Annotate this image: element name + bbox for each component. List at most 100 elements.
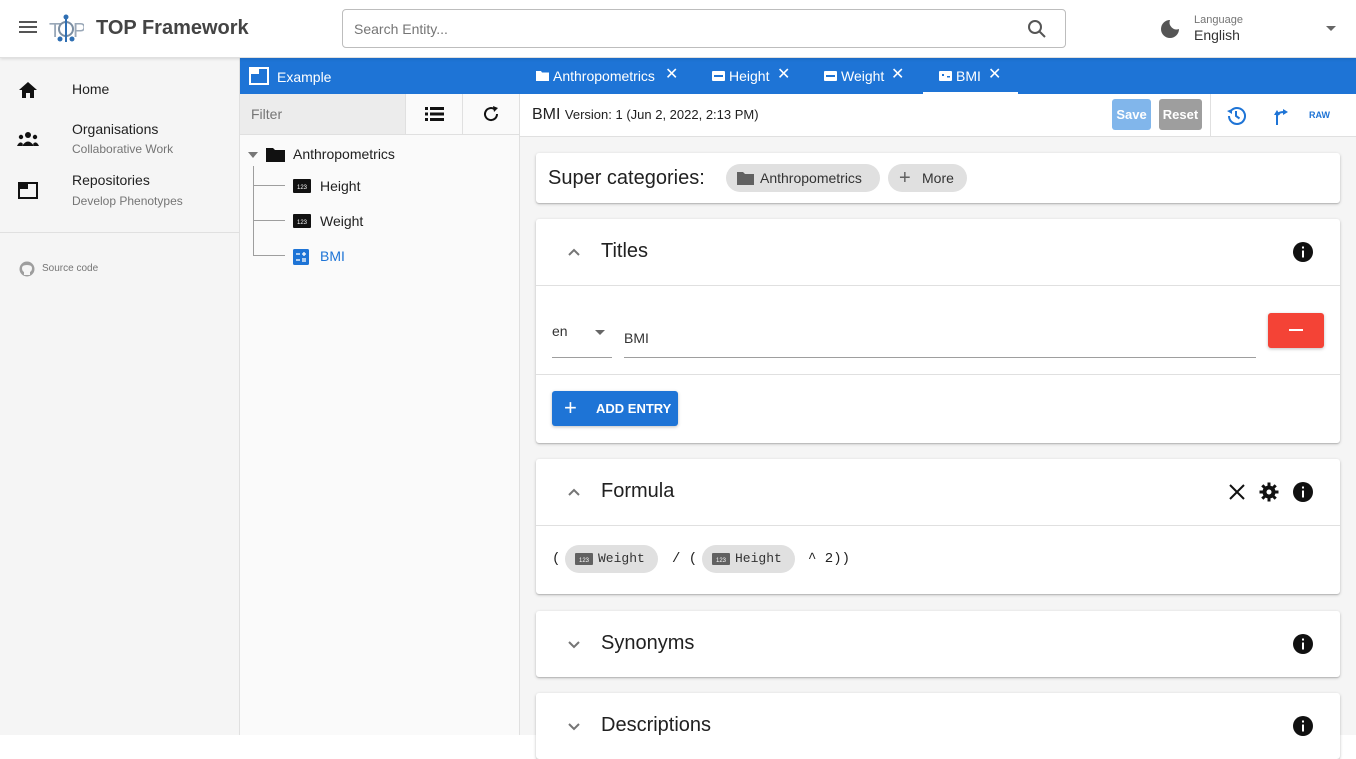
close-icon[interactable]: ✕ xyxy=(665,67,678,83)
refresh-icon xyxy=(484,106,499,122)
synonyms-heading: Synonyms xyxy=(601,632,695,654)
raw-view-button[interactable]: RAW xyxy=(1309,110,1330,120)
repository-icon xyxy=(249,67,269,85)
card-divider xyxy=(536,285,1340,286)
number-icon: 123 xyxy=(712,553,730,565)
svg-text:123: 123 xyxy=(716,558,727,564)
category-chip[interactable]: Anthropometrics xyxy=(726,164,880,192)
more-chip[interactable]: + More xyxy=(888,164,967,192)
github-icon xyxy=(19,261,35,277)
search-icon[interactable] xyxy=(1027,19,1047,39)
toolbar-divider xyxy=(1210,94,1211,137)
people-icon xyxy=(17,132,39,146)
tab-weight[interactable]: Weight ✕ xyxy=(808,58,914,94)
nav-item-repositories[interactable]: Repositories Develop Phenotypes xyxy=(0,170,239,212)
info-icon[interactable] xyxy=(1293,716,1313,736)
formula-variable-chip[interactable]: 123 Weight xyxy=(565,545,658,573)
nav-label-repositories: Repositories xyxy=(72,172,150,188)
tree-connector xyxy=(253,220,285,221)
remove-entry-button[interactable] xyxy=(1268,313,1324,348)
filter-input[interactable] xyxy=(240,94,405,134)
folder-icon xyxy=(266,148,285,162)
left-navigation: Home Organisations Collaborative Work Re… xyxy=(0,58,240,735)
number-icon: 123 xyxy=(575,553,593,565)
dark-mode-icon[interactable] xyxy=(1160,19,1180,39)
search-input[interactable] xyxy=(343,10,1003,47)
tab-bmi[interactable]: BMI ✕ xyxy=(923,58,1018,94)
chevron-down-icon[interactable] xyxy=(1326,26,1336,31)
filter-row xyxy=(240,94,520,135)
entity-toolbar: BMI Version: 1 (Jun 2, 2022, 2:13 PM) Sa… xyxy=(520,94,1356,137)
reset-button[interactable]: Reset xyxy=(1159,99,1202,130)
calculator-icon xyxy=(939,71,952,81)
info-icon[interactable] xyxy=(1293,634,1313,654)
close-icon[interactable] xyxy=(1227,482,1247,502)
info-icon[interactable] xyxy=(1293,242,1313,262)
nav-item-organisations[interactable]: Organisations Collaborative Work xyxy=(0,118,239,160)
tree-item-anthropometrics[interactable]: Anthropometrics xyxy=(293,146,395,162)
descriptions-card: Descriptions xyxy=(536,693,1340,759)
search-box xyxy=(342,9,1066,48)
history-icon[interactable] xyxy=(1225,105,1247,127)
language-selector[interactable]: Language English xyxy=(1194,14,1243,43)
repository-header: Example xyxy=(240,58,520,94)
top-app-bar: T P TOP Framework Language English xyxy=(0,0,1356,58)
save-button[interactable]: Save xyxy=(1112,99,1151,130)
calculator-icon xyxy=(293,249,309,265)
card-divider xyxy=(536,374,1340,375)
entity-version: Version: 1 (Jun 2, 2022, 2:13 PM) xyxy=(564,107,759,122)
refresh-button[interactable] xyxy=(462,94,519,134)
close-icon[interactable]: ✕ xyxy=(891,67,904,83)
gear-icon[interactable] xyxy=(1259,482,1279,502)
language-value: English xyxy=(1194,27,1240,43)
fork-icon[interactable] xyxy=(1269,105,1291,127)
language-label: Language xyxy=(1194,14,1243,26)
card-divider xyxy=(536,525,1340,526)
expand-caret-icon[interactable] xyxy=(248,152,258,158)
plus-icon: + xyxy=(899,167,911,189)
title-input[interactable] xyxy=(624,319,1256,358)
tab-label: BMI xyxy=(956,68,981,84)
chevron-up-icon[interactable] xyxy=(567,245,581,259)
close-icon[interactable]: ✕ xyxy=(988,67,1001,83)
chevron-down-icon[interactable] xyxy=(567,637,581,651)
tab-label: Anthropometrics xyxy=(553,68,655,84)
title-language-select[interactable]: en xyxy=(552,321,612,358)
titles-card: Titles en + ADD ENTRY xyxy=(536,219,1340,443)
formula-variable-label: Height xyxy=(735,551,782,566)
title-language-value: en xyxy=(552,323,568,339)
tree-item-height[interactable]: Height xyxy=(320,178,360,194)
entity-title: BMI Version: 1 (Jun 2, 2022, 2:13 PM) xyxy=(532,106,759,124)
number-icon xyxy=(824,71,837,81)
list-view-button[interactable] xyxy=(405,94,462,134)
info-icon[interactable] xyxy=(1293,482,1313,502)
formula-text: / ( xyxy=(672,551,698,567)
nav-divider xyxy=(0,232,239,233)
tree-item-weight[interactable]: Weight xyxy=(320,213,363,229)
formula-text: ( xyxy=(552,551,561,567)
menu-icon[interactable] xyxy=(17,18,39,40)
tree-item-bmi[interactable]: BMI xyxy=(320,248,345,264)
tree-connector xyxy=(253,166,254,255)
source-code-label: Source code xyxy=(42,263,99,274)
chevron-down-icon[interactable] xyxy=(567,719,581,733)
add-entry-button[interactable]: + ADD ENTRY xyxy=(552,391,678,426)
tab-height[interactable]: Height ✕ xyxy=(696,58,800,94)
home-icon xyxy=(19,82,37,98)
app-title: TOP Framework xyxy=(96,17,249,39)
repository-name: Example xyxy=(277,69,332,85)
formula-text: ^ 2)) xyxy=(808,551,851,567)
tree-connector xyxy=(253,185,285,186)
nav-item-home[interactable]: Home xyxy=(0,76,239,106)
main-content: Anthropometrics ✕ Height ✕ Weight ✕ BMI … xyxy=(520,58,1356,759)
folder-icon xyxy=(536,71,549,81)
tree-connector xyxy=(253,255,285,256)
chevron-up-icon[interactable] xyxy=(567,485,581,499)
formula-variable-chip[interactable]: 123 Height xyxy=(702,545,795,573)
close-icon[interactable]: ✕ xyxy=(777,67,790,83)
minus-icon xyxy=(1289,329,1303,331)
folder-icon xyxy=(737,172,754,185)
descriptions-heading: Descriptions xyxy=(601,714,712,736)
tab-anthropometrics[interactable]: Anthropometrics ✕ xyxy=(520,58,688,94)
svg-text:123: 123 xyxy=(297,220,308,226)
